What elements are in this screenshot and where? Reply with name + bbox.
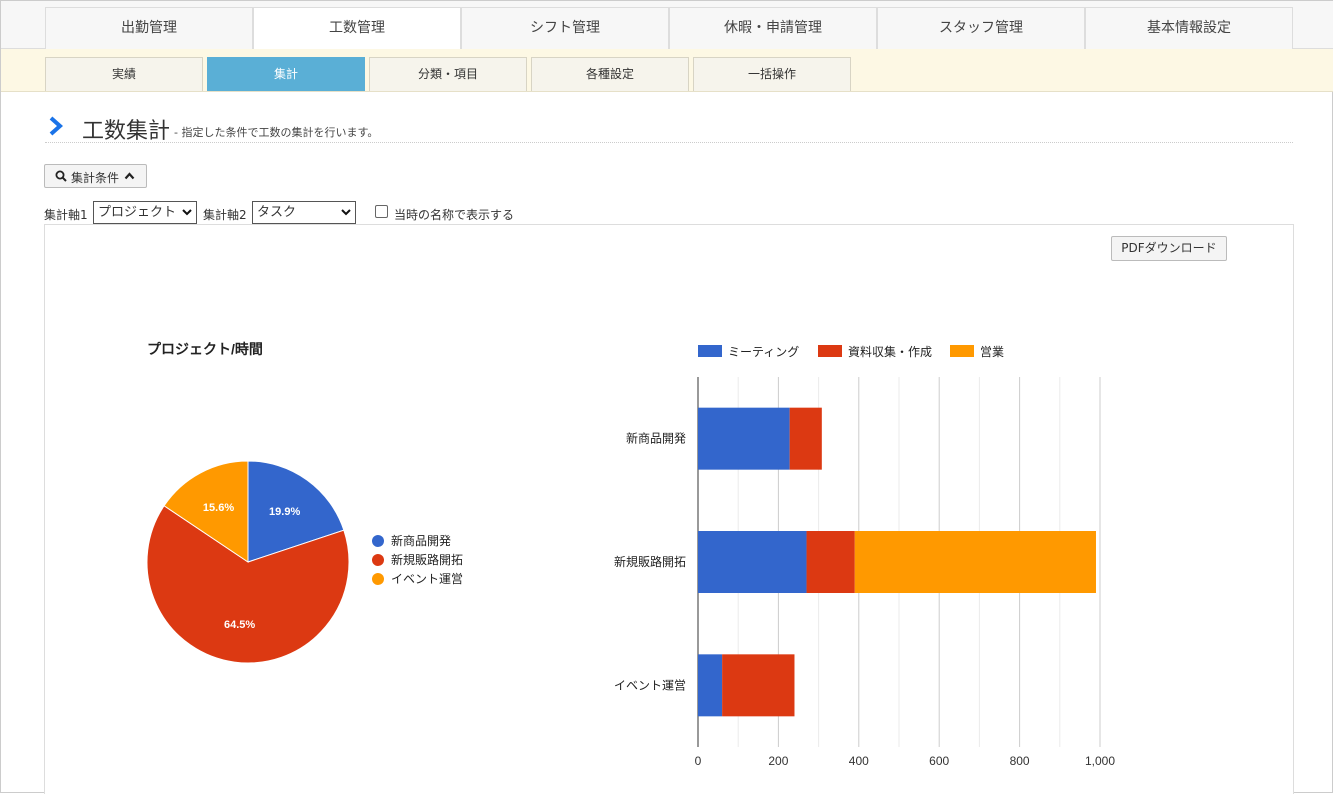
main-nav: 出勤管理 工数管理 シフト管理 休暇・申請管理 スタッフ管理 基本情報設定: [1, 1, 1333, 50]
historical-name-checkbox[interactable]: [375, 205, 388, 218]
pie-legend-label: イベント運営: [391, 572, 463, 586]
sub-tab-bulk-ops[interactable]: 一括操作: [693, 57, 851, 91]
sub-tab-summary[interactable]: 集計: [207, 57, 365, 91]
bar-segment[interactable]: [854, 531, 1096, 593]
app-frame: 出勤管理 工数管理 シフト管理 休暇・申請管理 スタッフ管理 基本情報設定 実績…: [0, 0, 1333, 794]
bar-segment[interactable]: [722, 654, 795, 717]
bar-tick-label: 200: [768, 754, 788, 768]
bar-legend-swatch: [818, 345, 842, 357]
main-tab-manhour[interactable]: 工数管理: [253, 7, 461, 50]
project-pie-chart: プロジェクト/時間 19.9% 64.5% 15.6% 新商品開発新規販路開拓イベン…: [146, 341, 463, 664]
conditions-toggle-button[interactable]: 集計条件: [44, 164, 147, 188]
axis1-select[interactable]: プロジェクト: [93, 201, 197, 224]
pie-chart-title: プロジェクト/時間: [147, 341, 263, 357]
main-tab-attendance[interactable]: 出勤管理: [45, 7, 253, 49]
chart-panel: PDFダウンロード プロジェクト/時間 19.9% 64.5% 15.6% 新商品開…: [44, 224, 1294, 794]
bar-segment[interactable]: [789, 407, 822, 470]
pie-legend-label: 新規販路開拓: [391, 552, 463, 567]
sub-tab-results[interactable]: 実績: [45, 57, 203, 91]
axis2-value: タスク: [257, 205, 297, 220]
axis1-value: プロジェクト: [98, 205, 177, 220]
bar-tick-label: 800: [1010, 754, 1030, 768]
conditions-toggle-label: 集計条件: [71, 171, 120, 185]
chevron-right-icon: [49, 116, 63, 136]
bar-legend-swatch: [950, 345, 974, 357]
pie-slice-label: 64.5%: [224, 619, 255, 631]
page-title: 工数集計: [82, 119, 171, 144]
search-icon: [55, 170, 67, 182]
sub-tab-various-settings[interactable]: 各種設定: [531, 57, 689, 91]
axis2-select[interactable]: タスク: [252, 201, 356, 224]
pie-legend-label: 新商品開発: [391, 533, 451, 548]
bar-tick-label: 600: [929, 754, 949, 768]
sub-tab-categories[interactable]: 分類・項目: [369, 57, 527, 91]
main-tab-settings[interactable]: 基本情報設定: [1085, 7, 1293, 49]
bar-legend-swatch: [698, 345, 722, 357]
bar-tick-label: 0: [695, 754, 702, 768]
main-tab-leave[interactable]: 休暇・申請管理: [669, 7, 877, 49]
bar-legend-label: ミーティング: [728, 345, 799, 359]
bar-tick-label: 400: [849, 754, 869, 768]
bar-tick-label: 1,000: [1085, 754, 1115, 768]
bar-segment[interactable]: [698, 407, 790, 470]
sub-nav: 実績 集計 分類・項目 各種設定 一括操作: [1, 49, 1333, 92]
page-heading: 工数集計 - 指定した条件で工数の集計を行います。: [45, 112, 1293, 144]
chevron-up-icon: [124, 172, 135, 180]
axis2-label: 集計軸2: [203, 208, 247, 222]
pie-legend-marker: [372, 573, 384, 585]
task-stacked-bar-chart: ミーティング 資料収集・作成 営業 新商品開発新規販路開拓イベント運営 0 200 40…: [614, 344, 1115, 768]
bar-category-label: 新規販路開拓: [614, 554, 686, 569]
bar-legend-label: 資料収集・作成: [848, 344, 932, 359]
bar-segment[interactable]: [806, 531, 855, 593]
chevron-down-icon: [182, 209, 192, 216]
bar-category-label: 新商品開発: [626, 431, 686, 446]
bar-segment[interactable]: [698, 654, 723, 717]
main-tab-shift[interactable]: シフト管理: [461, 7, 669, 49]
page-description: - 指定した条件で工数の集計を行います。: [174, 126, 379, 139]
historical-name-label: 当時の名称で表示する: [394, 208, 515, 222]
pie-legend-marker: [372, 535, 384, 547]
chevron-down-icon: [341, 209, 351, 216]
main-tab-staff[interactable]: スタッフ管理: [877, 7, 1085, 49]
axis1-label: 集計軸1: [44, 208, 88, 222]
bar-category-label: イベント運営: [614, 678, 686, 692]
pdf-download-button[interactable]: PDFダウンロード: [1111, 236, 1227, 261]
pie-slice-label: 15.6%: [203, 502, 234, 514]
bar-legend-label: 営業: [980, 345, 1004, 359]
pie-legend-marker: [372, 554, 384, 566]
pie-slice-label: 19.9%: [269, 506, 300, 518]
bar-segment[interactable]: [698, 531, 807, 593]
